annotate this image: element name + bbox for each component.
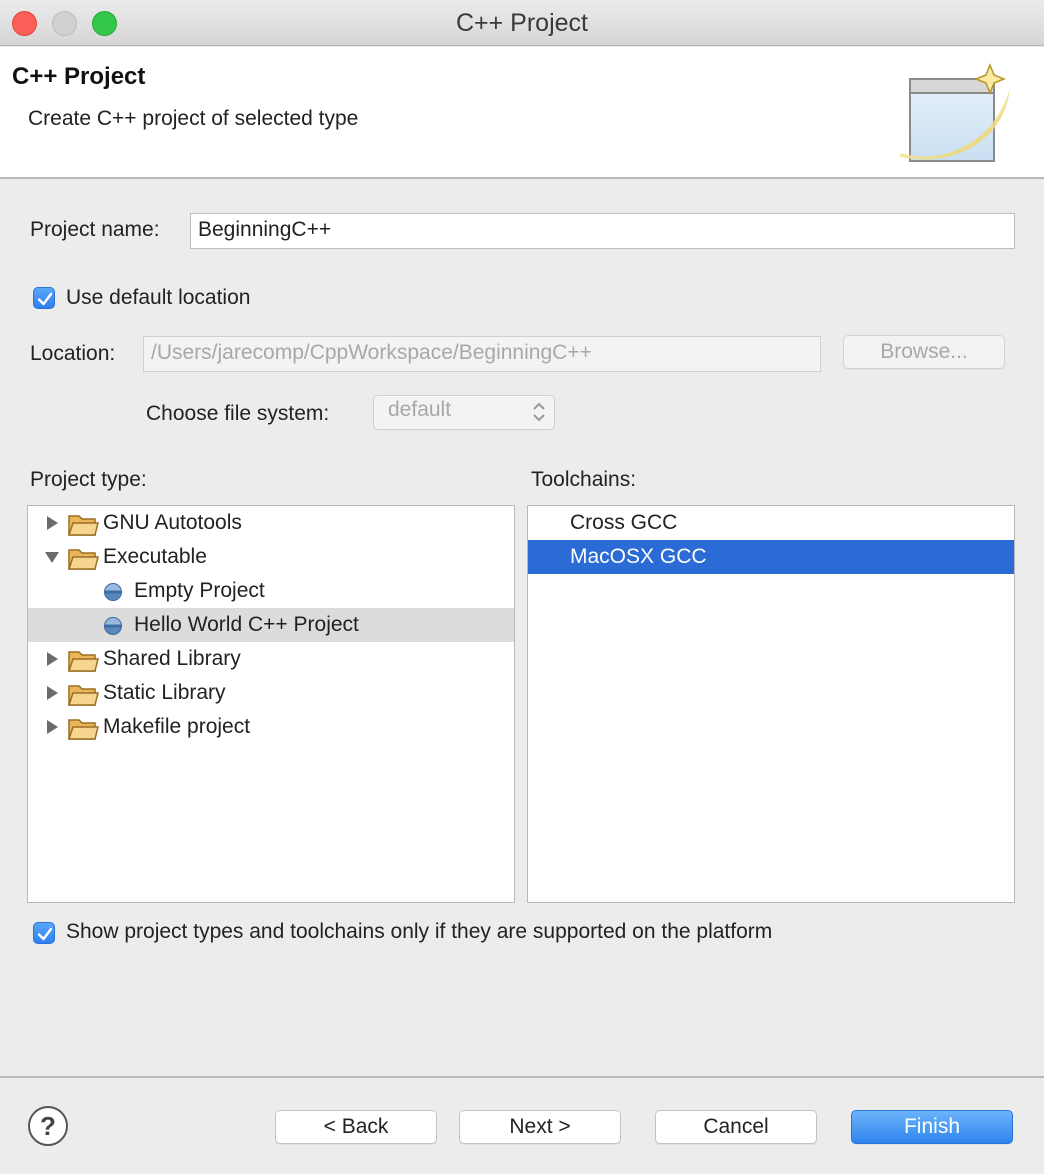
tree-item-makefile-project[interactable]: Makefile project	[28, 710, 514, 744]
tree-item-label: Executable	[103, 545, 207, 568]
toolchains-list[interactable]: Cross GCC MacOSX GCC	[527, 505, 1015, 903]
folder-icon	[67, 719, 99, 740]
tree-item-label: Static Library	[103, 681, 226, 704]
collapse-arrow-icon[interactable]	[44, 549, 60, 565]
finish-button[interactable]: Finish	[851, 1110, 1013, 1144]
file-system-value: default	[388, 398, 452, 421]
wizard-header: C++ Project Create C++ project of select…	[0, 47, 1044, 179]
use-default-location-checkbox[interactable]	[33, 287, 55, 309]
folder-icon	[67, 651, 99, 672]
toolchain-item-cross-gcc[interactable]: Cross GCC	[528, 506, 1014, 540]
project-name-label: Project name:	[30, 218, 160, 241]
expand-arrow-icon[interactable]	[44, 651, 60, 667]
checkmark-icon	[37, 927, 53, 941]
use-default-location-label: Use default location	[66, 286, 251, 309]
location-label: Location:	[30, 342, 116, 365]
toolchain-item-macosx-gcc[interactable]: MacOSX GCC	[528, 540, 1014, 574]
window-titlebar: C++ Project	[0, 0, 1044, 46]
back-button[interactable]: < Back	[275, 1110, 437, 1144]
toolchains-label: Toolchains:	[531, 468, 637, 491]
window-title: C++ Project	[455, 9, 588, 37]
tree-item-label: Hello World C++ Project	[134, 613, 359, 636]
browse-button[interactable]: Browse...	[843, 335, 1005, 369]
file-system-select[interactable]: default	[373, 395, 555, 430]
tree-item-label: Empty Project	[134, 579, 265, 602]
tree-item-label: GNU Autotools	[103, 511, 242, 534]
help-icon[interactable]: ?	[28, 1106, 68, 1146]
tree-item-static-library[interactable]: Static Library	[28, 676, 514, 710]
expand-arrow-icon[interactable]	[44, 719, 60, 735]
tree-item-executable[interactable]: Executable	[28, 540, 514, 574]
toolchain-label: MacOSX GCC	[570, 545, 707, 568]
tree-item-empty-project[interactable]: Empty Project	[28, 574, 514, 608]
new-project-wizard-icon	[900, 62, 1010, 162]
checkmark-icon	[37, 292, 53, 306]
show-supported-only-checkbox[interactable]	[33, 922, 55, 944]
project-template-icon	[104, 617, 122, 635]
next-button[interactable]: Next >	[459, 1110, 621, 1144]
project-name-input[interactable]: BeginningC++	[190, 213, 1015, 249]
project-type-tree[interactable]: GNU Autotools Executable Empty Project H…	[27, 505, 515, 903]
expand-arrow-icon[interactable]	[44, 685, 60, 701]
tree-item-hello-world-project[interactable]: Hello World C++ Project	[28, 608, 514, 642]
location-input[interactable]: /Users/jarecomp/CppWorkspace/BeginningC+…	[143, 336, 821, 372]
folder-icon	[67, 685, 99, 706]
file-system-label: Choose file system:	[146, 402, 330, 425]
toolchain-label: Cross GCC	[570, 511, 678, 534]
footer-divider	[0, 1076, 1044, 1078]
page-subtitle: Create C++ project of selected type	[28, 107, 359, 130]
tree-item-label: Makefile project	[103, 715, 251, 738]
cancel-button[interactable]: Cancel	[655, 1110, 817, 1144]
tree-item-label: Shared Library	[103, 647, 241, 670]
tree-item-gnu-autotools[interactable]: GNU Autotools	[28, 506, 514, 540]
page-title: C++ Project	[12, 63, 146, 90]
expand-arrow-icon[interactable]	[44, 515, 60, 531]
tree-item-shared-library[interactable]: Shared Library	[28, 642, 514, 676]
chevron-updown-icon	[533, 402, 545, 422]
project-template-icon	[104, 583, 122, 601]
show-supported-only-label: Show project types and toolchains only i…	[66, 920, 773, 943]
project-type-label: Project type:	[30, 468, 147, 491]
open-folder-icon	[67, 549, 99, 570]
folder-icon	[67, 515, 99, 536]
